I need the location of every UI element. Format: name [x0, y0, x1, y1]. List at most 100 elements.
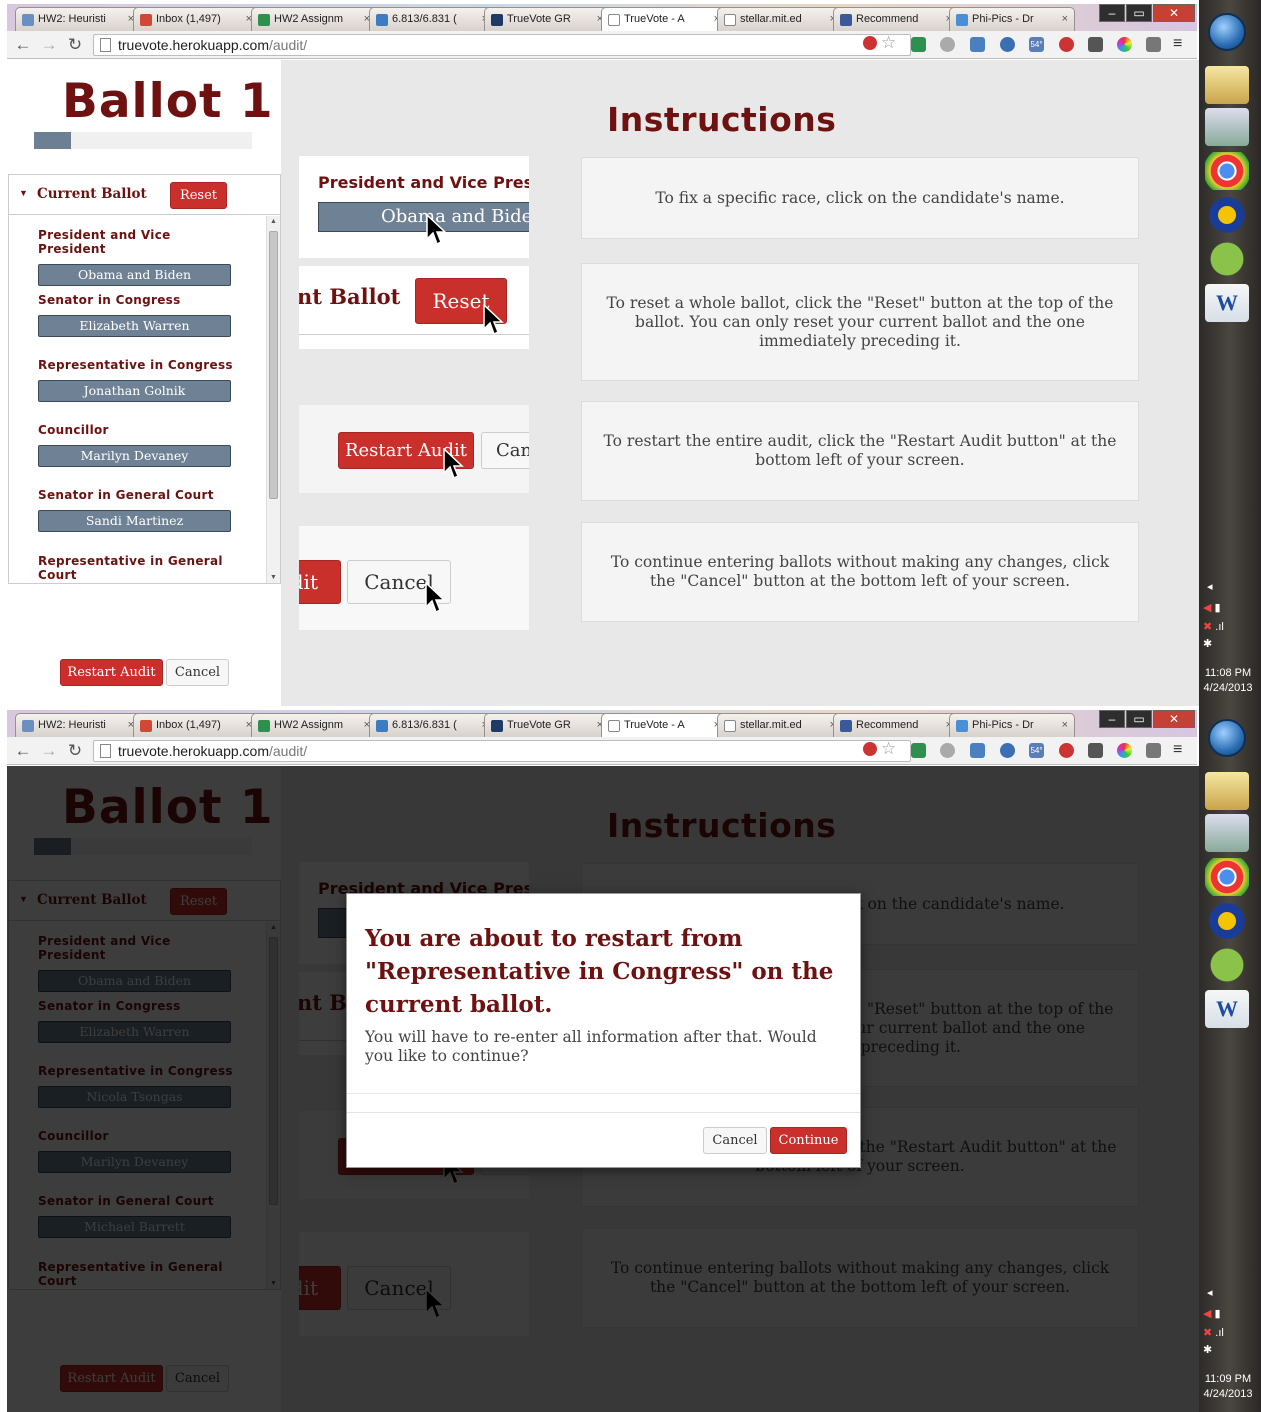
browser-tab[interactable]: HW2: Heuristi ×: [15, 713, 141, 737]
start-orb-icon[interactable]: [1208, 13, 1246, 51]
extension-icon[interactable]: [940, 743, 955, 758]
browser-tab[interactable]: Phi-Pics - Dr ×: [949, 7, 1075, 31]
modal-backdrop[interactable]: You are about to restart from "Represent…: [7, 766, 1199, 1412]
restart-audit-button[interactable]: Restart Audit: [60, 659, 163, 686]
spotify-icon[interactable]: [1205, 946, 1249, 984]
adblock-icon[interactable]: [863, 36, 877, 50]
close-window-button[interactable]: ✕: [1153, 710, 1195, 728]
extension-icon[interactable]: [1000, 37, 1015, 52]
browser-tab[interactable]: stellar.mit.ed×: [717, 7, 843, 31]
browser-tab[interactable]: Phi-Pics - Dr ×: [949, 713, 1075, 737]
remote-desktop-icon[interactable]: [1205, 814, 1249, 852]
candidate-choice-button[interactable]: Obama and Biden: [38, 264, 231, 286]
start-orb-icon[interactable]: [1208, 719, 1246, 757]
back-arrow-icon[interactable]: ←: [13, 741, 33, 761]
candidate-choice-button[interactable]: Jonathan Golnik: [38, 380, 231, 402]
browser-tab[interactable]: stellar.mit.ed×: [717, 713, 843, 737]
menu-icon[interactable]: ≡: [1173, 35, 1182, 53]
race-list-scrollbar[interactable]: ▲ ▼: [266, 216, 280, 583]
tab-close-icon[interactable]: ×: [1062, 719, 1068, 731]
word-icon[interactable]: W: [1205, 284, 1249, 322]
candidate-choice-button[interactable]: Marilyn Devaney: [38, 445, 231, 467]
network-icon[interactable]: ✖ .ıl: [1203, 1326, 1257, 1339]
browser-tab[interactable]: 6.813/6.831 (×: [369, 713, 495, 737]
extension-icon[interactable]: [970, 743, 985, 758]
spotify-icon[interactable]: [1205, 240, 1249, 278]
extension-icon[interactable]: [911, 743, 926, 758]
pocket-icon[interactable]: [1088, 37, 1103, 52]
address-bar[interactable]: truevote.herokuapp.com/audit/: [93, 740, 911, 762]
headset-app-icon[interactable]: [1205, 902, 1249, 940]
file-explorer-icon[interactable]: [1205, 66, 1249, 104]
extension-icon[interactable]: [970, 37, 985, 52]
restore-button[interactable]: ▭: [1126, 710, 1152, 728]
minimize-button[interactable]: –: [1099, 4, 1125, 22]
menu-icon[interactable]: ≡: [1173, 741, 1182, 759]
tray-expand-icon[interactable]: ◂: [1207, 1286, 1257, 1299]
candidate-choice-button[interactable]: Elizabeth Warren: [38, 315, 231, 337]
dialog-cancel-button[interactable]: Cancel: [703, 1127, 767, 1154]
reset-ballot-button[interactable]: Reset: [170, 182, 227, 209]
browser-tab[interactable]: Recommend×: [833, 713, 959, 737]
dialog-continue-button[interactable]: Continue: [770, 1127, 847, 1154]
bluetooth-icon[interactable]: ✱: [1203, 1343, 1257, 1356]
color-picker-icon[interactable]: [1117, 37, 1132, 52]
volume-icon[interactable]: ◀ ▮: [1203, 1307, 1257, 1320]
browser-tab[interactable]: Inbox (1,497) ×: [133, 7, 259, 31]
color-picker-icon[interactable]: [1117, 743, 1132, 758]
chrome-icon[interactable]: [1205, 858, 1249, 896]
extension-icon[interactable]: [1146, 37, 1161, 52]
extension-icon[interactable]: [1059, 37, 1074, 52]
system-clock[interactable]: 11:09 PM 4/24/2013: [1200, 1372, 1256, 1402]
battery-icon[interactable]: ▮: [1215, 1308, 1221, 1320]
extension-icon[interactable]: [1059, 743, 1074, 758]
bookmark-star-icon[interactable]: ☆: [881, 33, 896, 53]
browser-tab[interactable]: Recommend×: [833, 7, 959, 31]
remote-desktop-icon[interactable]: [1205, 108, 1249, 146]
pocket-icon[interactable]: [1088, 743, 1103, 758]
reload-icon[interactable]: ↻: [65, 741, 85, 761]
browser-tab[interactable]: 6.813/6.831 (×: [369, 7, 495, 31]
scroll-down-icon[interactable]: ▼: [270, 574, 277, 581]
scroll-up-icon[interactable]: ▲: [270, 218, 277, 225]
system-clock[interactable]: 11:08 PM 4/24/2013: [1200, 666, 1256, 696]
browser-tab[interactable]: TrueVote GR ×: [484, 7, 610, 31]
forward-arrow-icon[interactable]: →: [39, 35, 59, 55]
address-bar[interactable]: truevote.herokuapp.com/audit/: [93, 34, 911, 56]
collapse-caret-icon[interactable]: ▼: [19, 188, 28, 198]
adblock-icon[interactable]: [863, 742, 877, 756]
candidate-choice-button[interactable]: Sandi Martinez: [38, 510, 231, 532]
close-window-button[interactable]: ✕: [1153, 4, 1195, 22]
minimize-button[interactable]: –: [1099, 710, 1125, 728]
browser-tab[interactable]: TrueVote GR ×: [484, 713, 610, 737]
scrollbar-thumb[interactable]: [269, 231, 278, 499]
battery-icon[interactable]: ▮: [1215, 602, 1221, 614]
browser-tab-active[interactable]: TrueVote - A×: [601, 7, 727, 32]
extension-icon[interactable]: [940, 37, 955, 52]
tab-close-icon[interactable]: ×: [1062, 13, 1068, 25]
extension-icon[interactable]: [1000, 743, 1015, 758]
tray-expand-icon[interactable]: ◂: [1207, 580, 1257, 593]
restore-button[interactable]: ▭: [1126, 4, 1152, 22]
back-arrow-icon[interactable]: ←: [13, 35, 33, 55]
reload-icon[interactable]: ↻: [65, 35, 85, 55]
cancel-button[interactable]: Cancel: [166, 659, 229, 686]
headset-app-icon[interactable]: [1205, 196, 1249, 234]
network-icon[interactable]: ✖ .ıl: [1203, 620, 1257, 633]
browser-tab-active[interactable]: TrueVote - A×: [601, 713, 727, 738]
bluetooth-icon[interactable]: ✱: [1203, 637, 1257, 650]
forward-arrow-icon[interactable]: →: [39, 741, 59, 761]
word-icon[interactable]: W: [1205, 990, 1249, 1028]
chrome-icon[interactable]: [1205, 152, 1249, 190]
file-explorer-icon[interactable]: [1205, 772, 1249, 810]
extension-icon[interactable]: [911, 37, 926, 52]
current-ballot-header[interactable]: ▼ Current Ballot Reset: [9, 175, 280, 215]
browser-tab[interactable]: HW2: Heuristi ×: [15, 7, 141, 31]
extension-icon[interactable]: [1146, 743, 1161, 758]
volume-icon[interactable]: ◀ ▮: [1203, 601, 1257, 614]
browser-tab[interactable]: HW2 Assignm ×: [251, 7, 377, 31]
weather-icon[interactable]: 54°: [1029, 37, 1044, 52]
browser-tab[interactable]: HW2 Assignm ×: [251, 713, 377, 737]
bookmark-star-icon[interactable]: ☆: [881, 739, 896, 759]
browser-tab[interactable]: Inbox (1,497) ×: [133, 713, 259, 737]
